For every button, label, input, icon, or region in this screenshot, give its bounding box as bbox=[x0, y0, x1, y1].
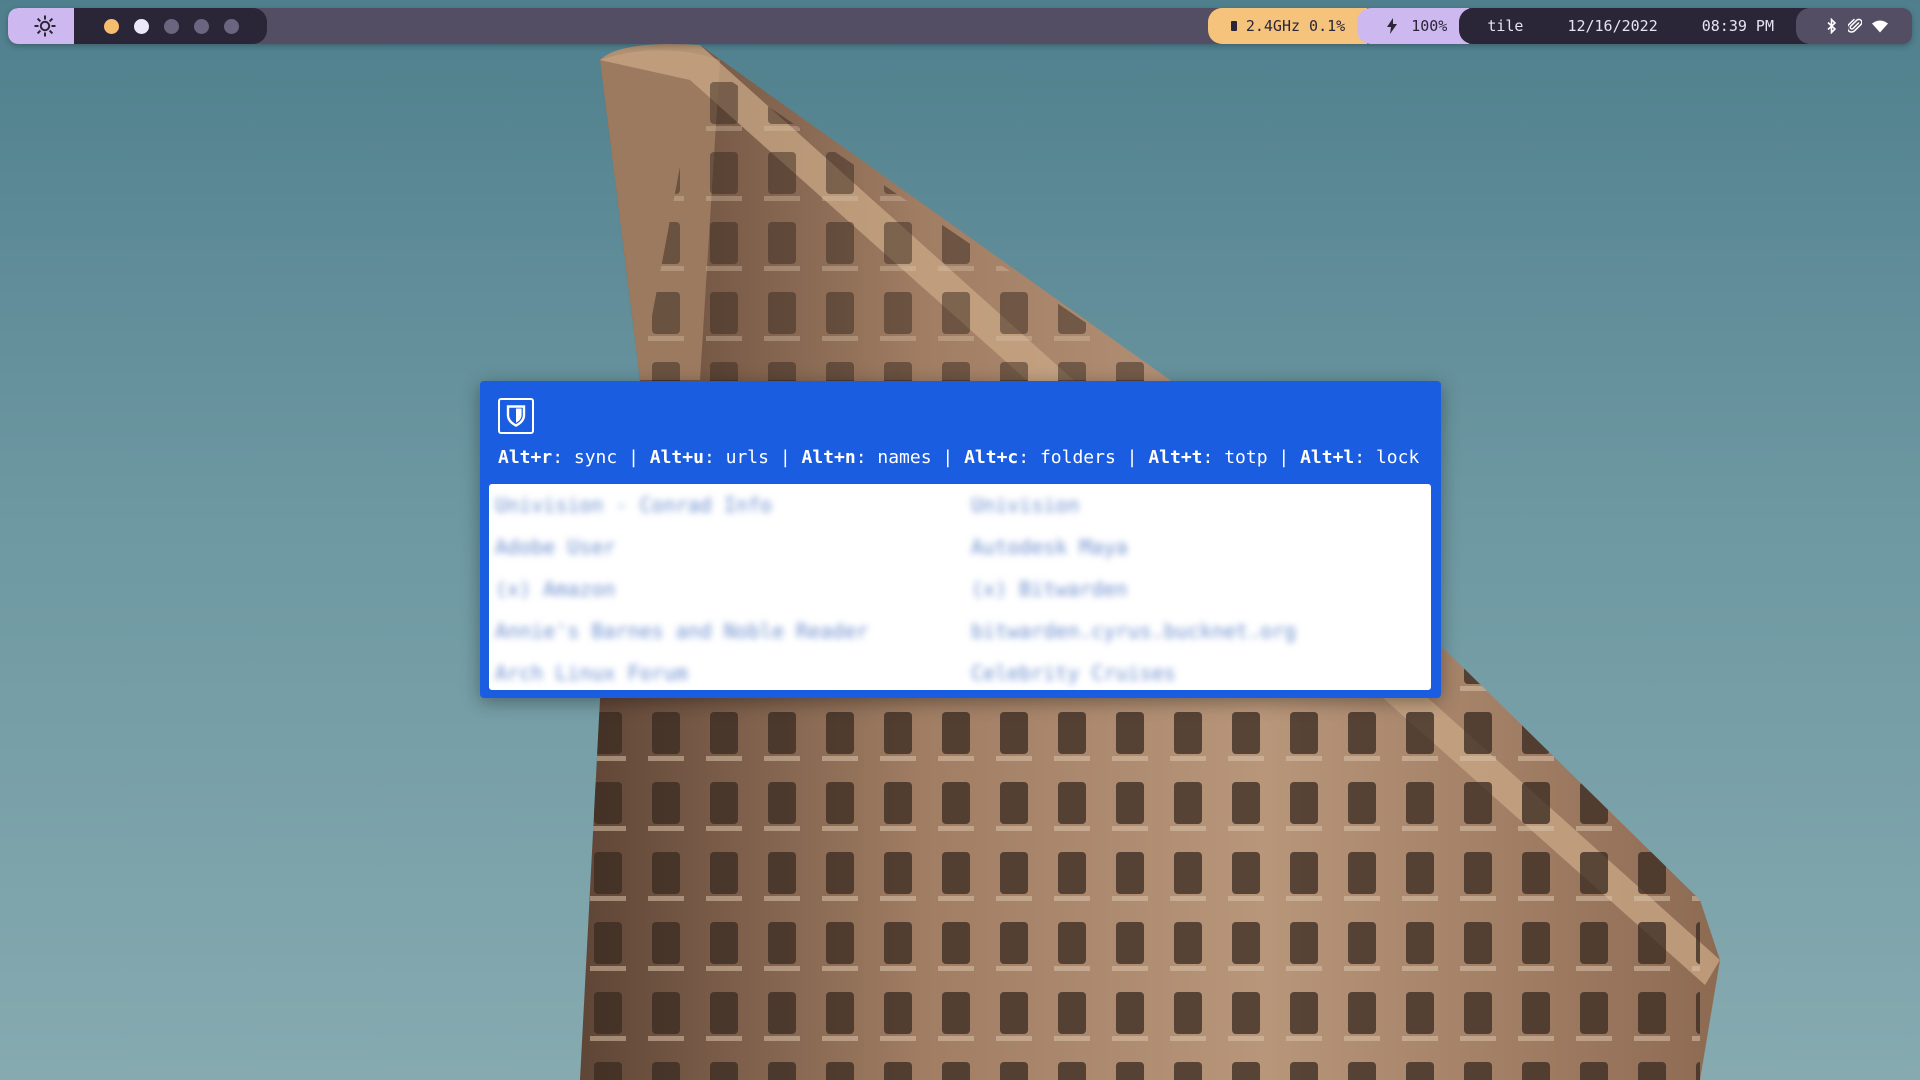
help-key-urls: Alt+u bbox=[649, 447, 704, 468]
battery-module[interactable]: 100% bbox=[1357, 8, 1470, 44]
vault-entry[interactable]: Adobe User bbox=[489, 526, 965, 568]
vault-entry[interactable]: (x) Bitwarden bbox=[965, 568, 1431, 610]
launcher-button[interactable] bbox=[8, 8, 82, 44]
date-display: 12/16/2022 bbox=[1545, 8, 1680, 44]
layout-indicator[interactable]: tile bbox=[1459, 8, 1546, 44]
vault-entry[interactable]: Annie's Barnes and Noble Reader bbox=[489, 610, 965, 652]
workspace-switcher bbox=[74, 8, 267, 44]
help-action-totp: totp bbox=[1224, 447, 1268, 468]
workspace-4[interactable] bbox=[194, 18, 209, 34]
help-action-sync: sync bbox=[573, 447, 618, 468]
help-action-folders: folders bbox=[1039, 447, 1116, 468]
date-text: 12/16/2022 bbox=[1567, 17, 1658, 35]
time-text: 08:39 PM bbox=[1701, 17, 1774, 35]
vault-entry[interactable]: bitwarden.cyrus.bucknet.org bbox=[965, 610, 1431, 652]
top-status-bar: 2.4GHz 0.1% 100% tile 12/16/2022 08:39 P… bbox=[8, 8, 1912, 44]
vault-entry[interactable]: (x) Amazon bbox=[489, 568, 965, 610]
layout-text: tile bbox=[1487, 17, 1524, 35]
paperclip-icon[interactable] bbox=[1848, 18, 1862, 34]
vault-entry[interactable]: Celebrity Cruises bbox=[965, 652, 1431, 694]
help-key-lock: Alt+l bbox=[1300, 447, 1355, 468]
vault-entry-list: Univision - Conrad Info Univision Adobe … bbox=[489, 484, 1431, 690]
bitwarden-menu-window: Alt+r: sync | Alt+u: urls | Alt+n: names… bbox=[480, 381, 1441, 698]
wifi-icon[interactable] bbox=[1872, 20, 1888, 33]
cpu-text: 2.4GHz 0.1% bbox=[1245, 17, 1346, 35]
vault-entry[interactable]: Arch Linux Forum bbox=[489, 652, 965, 694]
lightning-icon bbox=[1387, 18, 1398, 34]
bitwarden-logo bbox=[498, 398, 534, 434]
workspace-3[interactable] bbox=[164, 18, 179, 34]
bar-spacer bbox=[267, 8, 1208, 44]
system-tray bbox=[1796, 8, 1912, 44]
help-action-lock: lock bbox=[1375, 447, 1420, 468]
cpu-module[interactable]: 2.4GHz 0.1% bbox=[1207, 8, 1368, 44]
help-key-sync: Alt+r bbox=[498, 447, 553, 468]
bluetooth-icon[interactable] bbox=[1826, 18, 1838, 34]
bitwarden-shield-icon bbox=[506, 405, 526, 427]
help-key-folders: Alt+c bbox=[964, 447, 1019, 468]
vault-entry[interactable]: Autodesk Maya bbox=[965, 526, 1431, 568]
help-key-totp: Alt+t bbox=[1148, 447, 1203, 468]
vault-entry[interactable]: Univision - Conrad Info bbox=[489, 484, 965, 526]
cpu-icon bbox=[1230, 21, 1237, 31]
workspace-2[interactable] bbox=[134, 18, 149, 34]
battery-text: 100% bbox=[1411, 17, 1448, 35]
vault-entry[interactable]: Univision bbox=[965, 484, 1431, 526]
help-action-names: names bbox=[877, 447, 932, 468]
gear-icon bbox=[34, 15, 56, 37]
workspace-1[interactable] bbox=[104, 18, 119, 34]
workspace-5[interactable] bbox=[224, 18, 239, 34]
keybinding-help: Alt+r: sync | Alt+u: urls | Alt+n: names… bbox=[498, 447, 1420, 468]
help-key-names: Alt+n bbox=[801, 447, 856, 468]
clock-display: 08:39 PM bbox=[1679, 8, 1808, 44]
help-action-urls: urls bbox=[725, 447, 769, 468]
